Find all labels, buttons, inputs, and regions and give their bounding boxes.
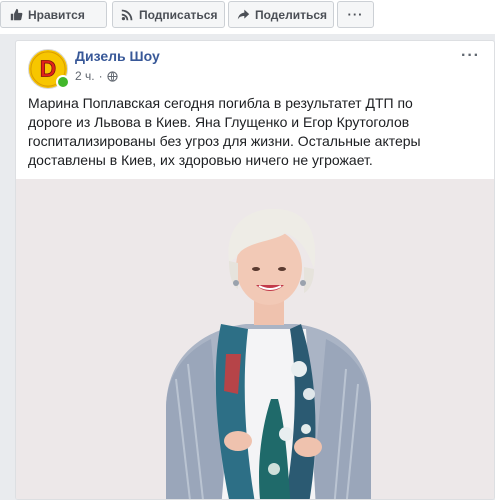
page-avatar[interactable]: D <box>28 49 70 89</box>
share-button[interactable]: Поделиться <box>228 1 334 28</box>
share-label: Поделиться <box>255 7 328 22</box>
thumbs-up-icon <box>9 8 23 22</box>
more-options-button[interactable]: ··· <box>337 1 374 28</box>
online-status-icon <box>56 75 70 89</box>
more-dots-icon: ··· <box>347 7 364 22</box>
post-card: D Дизель Шоу 2 ч. · ··· Марина Поплавска… <box>15 40 495 500</box>
post-meta: 2 ч. · <box>75 69 118 83</box>
page-name-link[interactable]: Дизель Шоу <box>75 48 160 64</box>
post-text: Марина Поплавская сегодня погибла в резу… <box>28 95 421 168</box>
like-button[interactable]: Нравится <box>0 1 107 28</box>
post-timestamp[interactable]: 2 ч. <box>75 69 95 83</box>
post-photo[interactable] <box>16 179 494 499</box>
share-arrow-icon <box>237 8 250 22</box>
post-options-button[interactable]: ··· <box>461 47 480 65</box>
globe-icon[interactable] <box>106 70 118 82</box>
meta-separator: · <box>98 69 103 83</box>
like-label: Нравится <box>28 7 85 22</box>
page-action-bar: Нравится Подписаться Поделиться ··· <box>0 0 495 34</box>
subscribe-label: Подписаться <box>139 7 218 22</box>
avatar-letter: D <box>40 56 56 82</box>
rss-icon <box>121 8 134 22</box>
subscribe-button[interactable]: Подписаться <box>112 1 225 28</box>
woman-portrait-image <box>16 179 494 499</box>
